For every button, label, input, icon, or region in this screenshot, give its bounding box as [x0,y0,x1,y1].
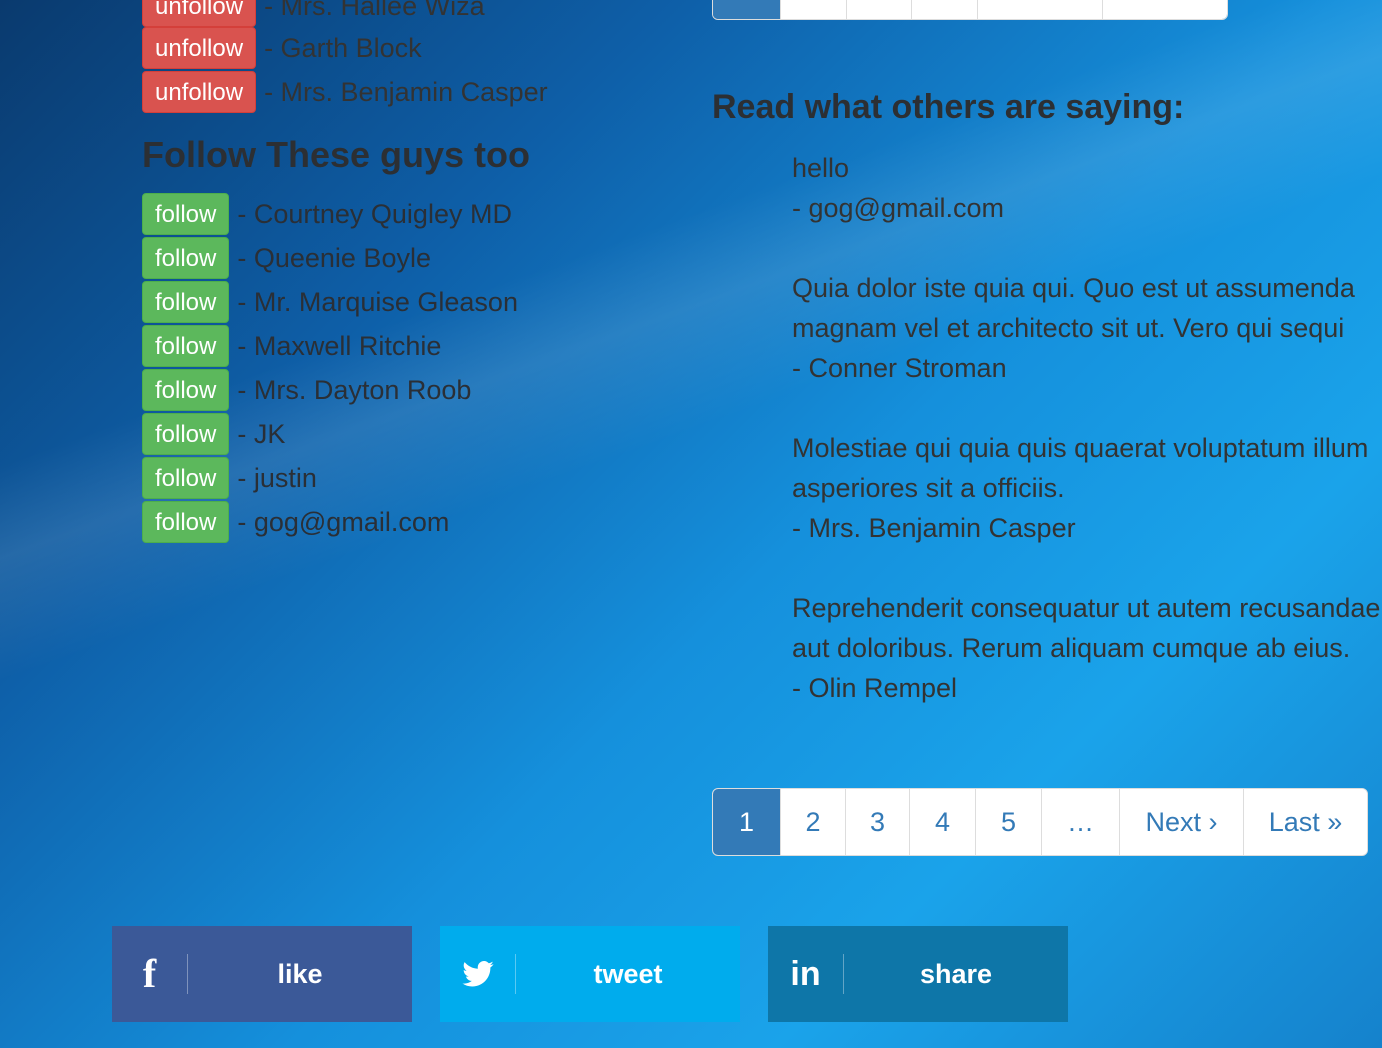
follow-button[interactable]: follow [142,281,230,323]
page-link-4[interactable]: 4 [909,789,975,855]
following-user-name: - Garth Block [264,32,422,63]
review-item: hello - gog@gmail.com [792,148,1382,228]
review-author: - Mrs. Benjamin Casper [792,513,1076,543]
following-user-name: - Mrs. Hallee Wiza [264,0,485,21]
top-pagination-partial [712,0,1228,20]
facebook-glyph: f [142,951,157,996]
linkedin-share-button[interactable]: in share [768,926,1068,1022]
suggestion-row: follow - justin [142,456,317,500]
page-link-partial[interactable] [713,0,780,19]
review-author: - Conner Stroman [792,353,1007,383]
follow-button[interactable]: follow [142,413,230,455]
linkedin-icon: in [768,954,844,994]
page-link-3[interactable]: 3 [845,789,909,855]
review-author: - gog@gmail.com [792,193,1004,223]
page-link-partial[interactable] [911,0,977,19]
unfollow-button[interactable]: unfollow [142,71,257,113]
review-text-line: Quia dolor iste quia qui. Quo est ut ass… [792,273,1355,303]
reviews-heading: Read what others are saying: [712,88,1185,126]
review-list: hello - gog@gmail.com Quia dolor iste qu… [792,148,1382,748]
review-item: Quia dolor iste quia qui. Quo est ut ass… [792,268,1382,388]
facebook-like-button[interactable]: f like [112,926,412,1022]
follow-button[interactable]: follow [142,237,230,279]
page-link-partial[interactable] [780,0,846,19]
twitter-bird-svg [461,961,494,987]
twitter-tweet-button[interactable]: tweet [440,926,740,1022]
review-text-line: magnam vel et architecto sit ut. Vero qu… [792,313,1345,343]
follow-button[interactable]: follow [142,501,230,543]
follow-button[interactable]: follow [142,193,230,235]
suggested-user-name: - JK [237,418,286,449]
review-author: - Olin Rempel [792,673,958,703]
page-last-link[interactable]: Last » [1243,789,1367,855]
follow-button[interactable]: follow [142,457,230,499]
review-item: Reprehenderit consequatur ut autem recus… [792,588,1382,708]
suggested-user-name: - Mrs. Dayton Roob [237,374,472,405]
review-text-line: asperiores sit a officiis. [792,473,1065,503]
unfollow-button[interactable]: unfollow [142,27,257,69]
suggestion-row: follow - Mr. Marquise Gleason [142,280,518,324]
suggestion-row: follow - Mrs. Dayton Roob [142,368,471,412]
following-row: unfollow - Garth Block [142,26,422,70]
page-link-1[interactable]: 1 [713,789,780,855]
unfollow-button[interactable]: unfollow [142,0,257,27]
following-row: unfollow - Mrs. Benjamin Casper [142,70,548,114]
linkedin-share-label: share [919,958,993,989]
twitter-icon [440,954,516,994]
review-text-line: Molestiae qui quia quis quaerat voluptat… [792,433,1369,463]
page-ellipsis: … [1041,789,1119,855]
suggested-user-name: - Maxwell Ritchie [237,330,442,361]
suggestion-row: follow - JK [142,412,285,456]
page-link-partial[interactable] [977,0,1102,19]
page-link-5[interactable]: 5 [975,789,1041,855]
suggestion-row: follow - Queenie Boyle [142,236,431,280]
suggested-user-name: - Mr. Marquise Gleason [237,286,518,317]
facebook-like-label: like [277,958,323,989]
page-link-partial[interactable] [1102,0,1227,19]
review-item: Molestiae qui quia quis quaerat voluptat… [792,428,1382,548]
suggested-user-name: - Courtney Quigley MD [237,198,512,229]
follow-button[interactable]: follow [142,369,230,411]
linkedin-glyph: in [790,955,821,993]
suggestion-row: follow - Courtney Quigley MD [142,192,512,236]
follow-button[interactable]: follow [142,325,230,367]
review-text-line: aut doloribus. Rerum aliquam cumque ab e… [792,633,1351,663]
pagination: 1 2 3 4 5 … Next › Last » [712,788,1368,856]
review-text-line: Reprehenderit consequatur ut autem recus… [792,593,1381,623]
page-link-2[interactable]: 2 [780,789,845,855]
page-next-link[interactable]: Next › [1119,789,1243,855]
following-row: unfollow - Mrs. Hallee Wiza [142,0,485,28]
twitter-tweet-label: tweet [593,958,663,989]
reviews-panel: Read what others are saying: hello - gog… [712,0,1382,1048]
suggested-user-name: - Queenie Boyle [237,242,431,273]
page-link-partial[interactable] [846,0,911,19]
suggestions-heading: Follow These guys too [142,134,531,175]
review-text-line: hello [792,153,850,183]
suggested-user-name: - justin [237,462,317,493]
facebook-icon: f [112,954,188,994]
suggestion-row: follow - gog@gmail.com [142,500,449,544]
suggested-user-name: - gog@gmail.com [237,506,450,537]
suggestion-row: follow - Maxwell Ritchie [142,324,441,368]
following-user-name: - Mrs. Benjamin Casper [264,76,548,107]
